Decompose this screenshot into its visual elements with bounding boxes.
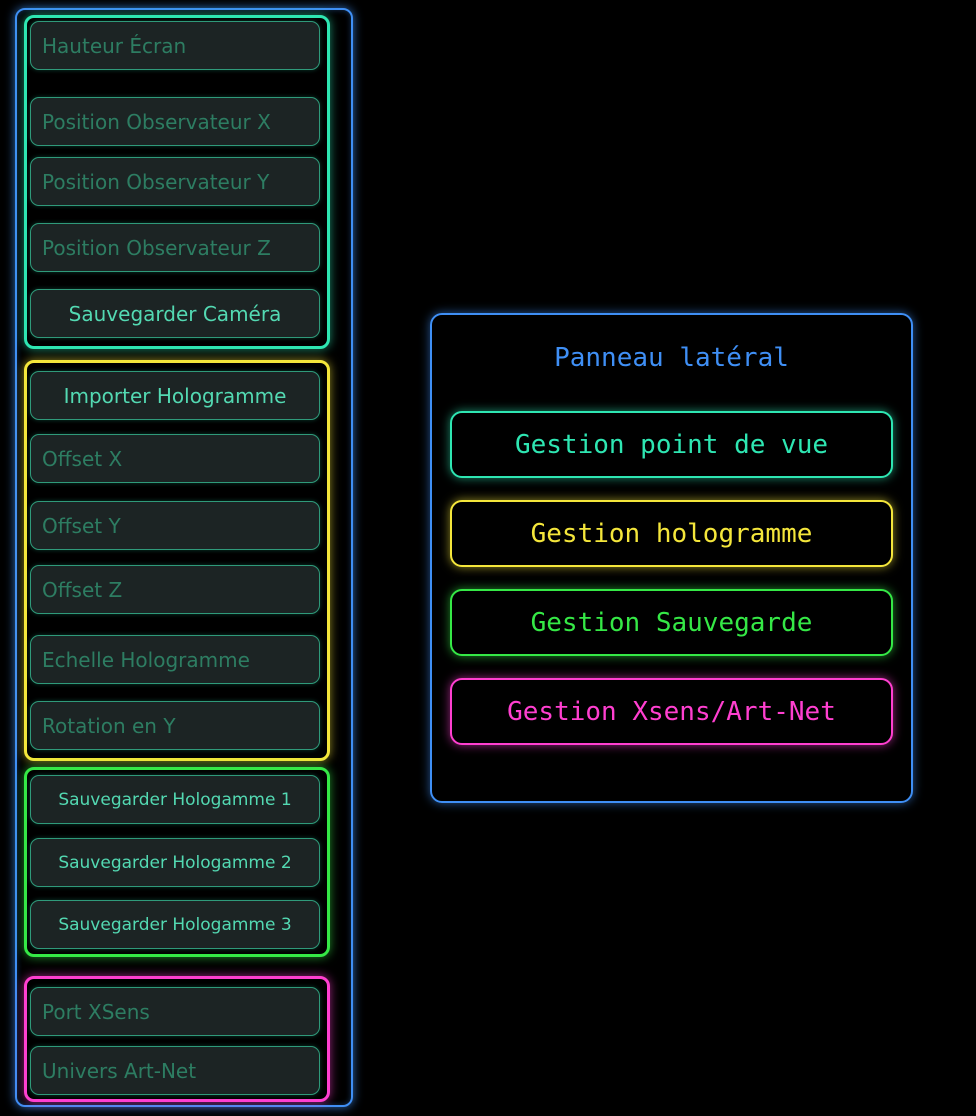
screen-height-input[interactable]	[30, 21, 320, 70]
offset-y-input[interactable]	[30, 501, 320, 550]
artnet-universe-input[interactable]	[30, 1046, 320, 1095]
observer-y-input[interactable]	[30, 157, 320, 206]
save-hologram-1-button[interactable]: Sauvegarder Hologamme 1	[30, 775, 320, 824]
hologram-scale-input[interactable]	[30, 635, 320, 684]
offset-x-input[interactable]	[30, 434, 320, 483]
hologram-management-button[interactable]: Gestion hologramme	[450, 500, 893, 567]
save-management-button[interactable]: Gestion Sauvegarde	[450, 589, 893, 656]
import-hologram-button[interactable]: Importer Hologramme	[30, 371, 320, 420]
observer-z-input[interactable]	[30, 223, 320, 272]
offset-z-input[interactable]	[30, 565, 320, 614]
xsens-port-input[interactable]	[30, 987, 320, 1036]
save-hologram-2-button[interactable]: Sauvegarder Hologamme 2	[30, 838, 320, 887]
save-hologram-3-button[interactable]: Sauvegarder Hologamme 3	[30, 900, 320, 949]
save-camera-button[interactable]: Sauvegarder Caméra	[30, 289, 320, 338]
view-management-button[interactable]: Gestion point de vue	[450, 411, 893, 478]
observer-x-input[interactable]	[30, 97, 320, 146]
xsens-artnet-management-button[interactable]: Gestion Xsens/Art-Net	[450, 678, 893, 745]
panel-title: Panneau latéral	[554, 343, 789, 373]
rotation-y-input[interactable]	[30, 701, 320, 750]
